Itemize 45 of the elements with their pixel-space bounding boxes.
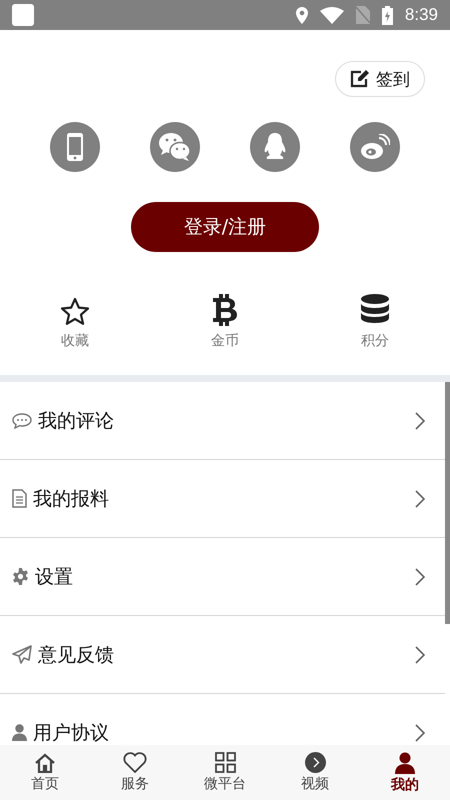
user-icon xyxy=(12,724,27,741)
tab[interactable]: 首页 xyxy=(0,745,90,800)
menu-item[interactable]: 意见反馈 xyxy=(0,616,445,694)
penguin-login-button[interactable] xyxy=(250,122,300,172)
login-register-button[interactable]: 登录/注册 xyxy=(131,202,319,252)
chevron-right-icon xyxy=(415,412,425,430)
battery-icon xyxy=(382,6,393,24)
clock: 8:39 xyxy=(404,5,438,25)
play-circle-icon xyxy=(304,752,326,773)
user-icon xyxy=(395,752,415,774)
home-icon xyxy=(34,752,56,772)
gear-icon xyxy=(12,568,29,585)
stat-label[interactable]: 积分 xyxy=(361,332,389,350)
speech-bubble-icon xyxy=(12,412,32,428)
scrollbar[interactable] xyxy=(445,382,450,624)
chevron-right-icon xyxy=(415,490,425,508)
wifi-icon xyxy=(320,6,344,24)
tab[interactable]: 微平台 xyxy=(180,745,270,800)
grid-icon xyxy=(214,752,236,773)
star-icon xyxy=(60,297,90,326)
chat-bubbles-icon xyxy=(158,132,192,162)
heart-icon xyxy=(123,752,147,773)
penguin-icon xyxy=(264,133,286,161)
location-icon xyxy=(296,6,308,24)
bitcoin-icon xyxy=(213,294,237,326)
no-sim-icon xyxy=(356,6,370,24)
edit-icon xyxy=(350,70,370,88)
paper-plane-icon xyxy=(12,645,32,664)
phone-icon xyxy=(67,133,83,161)
stat-label[interactable]: 收藏 xyxy=(61,332,89,350)
phone-login-button[interactable] xyxy=(50,122,100,172)
eye-icon xyxy=(360,134,390,160)
chevron-right-icon xyxy=(415,568,425,586)
eye-login-button[interactable] xyxy=(350,122,400,172)
chevron-right-icon xyxy=(415,646,425,664)
chat-bubbles-login-button[interactable] xyxy=(150,122,200,172)
app-icon xyxy=(12,4,34,26)
check-in-button[interactable]: 签到 xyxy=(335,61,425,97)
chevron-right-icon xyxy=(415,724,425,742)
database-icon xyxy=(361,294,389,326)
tab[interactable]: 我的 xyxy=(360,745,450,800)
tab[interactable]: 视频 xyxy=(270,745,360,800)
stat-label[interactable]: 金币 xyxy=(211,332,239,350)
tab[interactable]: 服务 xyxy=(90,745,180,800)
document-icon xyxy=(12,489,27,508)
